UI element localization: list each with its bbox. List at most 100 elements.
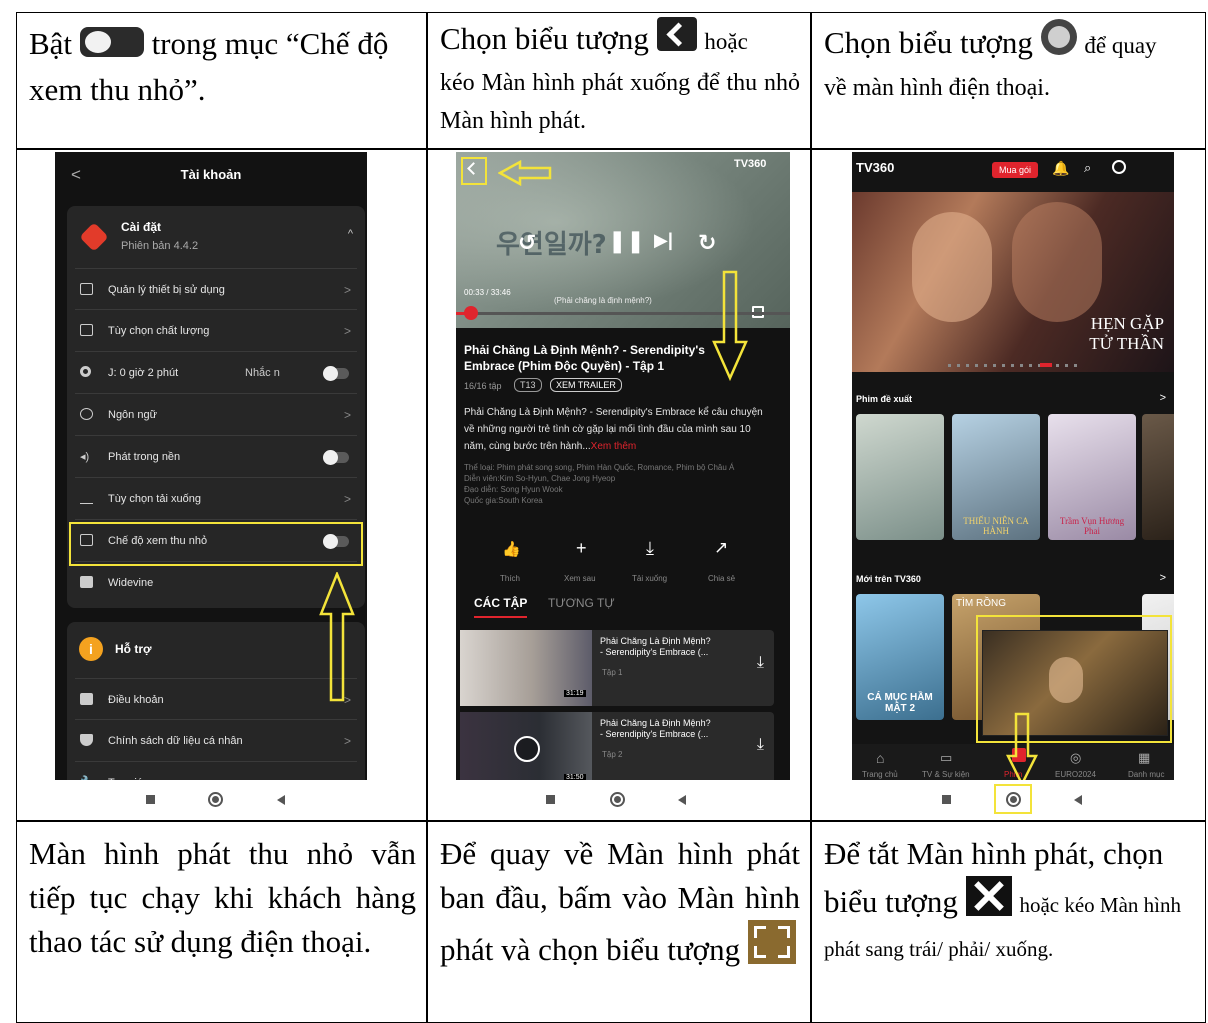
widevine-icon — [80, 576, 93, 588]
tab-label[interactable]: Danh mục — [1128, 770, 1164, 779]
chevron-right-icon: > — [343, 324, 351, 338]
search-icon[interactable]: ⌕ — [1084, 160, 1091, 176]
hero-title-line: HẸN GẶP — [1090, 314, 1164, 333]
instruction-text: Màn hình phát thu nhỏ vẫn tiếp tục chạy … — [29, 836, 416, 959]
recents-icon[interactable] — [146, 795, 155, 804]
home-icon[interactable] — [610, 792, 625, 807]
tab-episodes[interactable]: CÁC TẬP — [474, 596, 528, 618]
meta-line: Quốc gia:South Korea — [464, 496, 543, 505]
meta-line: Thể loại: Phim phát song song, Phim Hàn … — [464, 463, 735, 472]
list-item[interactable]: 31:50 Phải Chăng Là Định Mệnh? - Serendi… — [460, 712, 774, 788]
ep-title: Phải Chăng Là Định Mệnh? — [600, 636, 711, 646]
movie-poster[interactable]: CÁ MỤC HẦM MẬT 2 — [856, 594, 944, 720]
buy-package-button[interactable]: Mua gói — [992, 162, 1039, 178]
download-icon[interactable]: ⤓ — [757, 736, 764, 754]
forward-10-icon[interactable]: ↻ — [698, 230, 716, 256]
add-icon[interactable]: + — [576, 538, 587, 559]
ep-number: Tập 2 — [602, 750, 623, 759]
euro-tab-icon[interactable]: ◎ — [1070, 750, 1081, 766]
toggle-icon — [79, 27, 144, 57]
see-more-link[interactable]: Xem thêm — [591, 441, 637, 452]
ep-number: Tập 1 — [602, 668, 623, 677]
back-button[interactable]: < — [71, 152, 81, 198]
settings-title: Cài đặt — [121, 220, 162, 234]
background-play-toggle[interactable] — [323, 450, 349, 465]
chevron-right-icon[interactable]: > — [1160, 392, 1166, 404]
settings-row[interactable]: J: 0 giờ 2 phút Nhắc n — [75, 352, 357, 394]
tab-label[interactable]: TV & Sự kiện — [922, 770, 970, 779]
rewind-10-icon[interactable]: ↺ — [518, 230, 536, 256]
version-text: Phiên bản 4.4.2 — [121, 240, 199, 252]
support-title: Hỗ trợ — [115, 642, 152, 656]
row-label: J: 0 giờ 2 phút — [108, 367, 179, 379]
profile-icon[interactable] — [1112, 160, 1126, 174]
tv-tab-icon[interactable]: ▭ — [940, 750, 952, 766]
pause-icon[interactable]: ❚❚ — [608, 228, 645, 254]
home-icon[interactable] — [208, 792, 223, 807]
back-triangle-icon[interactable] — [1074, 795, 1082, 805]
instruction-text-after: về màn hình điện thoại. — [824, 75, 1050, 101]
instruction-cell-2: Chọn biểu tượng hoặc kéo Màn hình phát x… — [427, 12, 811, 149]
tv360-logo: TV360 — [856, 160, 894, 175]
bell-icon[interactable]: 🔔 — [1052, 160, 1069, 177]
movie-poster[interactable] — [1142, 414, 1174, 540]
reminder-toggle[interactable] — [323, 366, 349, 381]
info-icon: i — [79, 637, 103, 661]
settings-row[interactable]: Tùy chọn chất lượng > — [75, 310, 357, 352]
next-icon[interactable]: ▶| — [654, 230, 673, 251]
row-label: Tùy chọn chất lượng — [108, 325, 210, 337]
progress-handle[interactable] — [464, 306, 478, 320]
download-icon[interactable]: ⤓ — [646, 538, 654, 559]
logo-text: TV360 — [856, 160, 895, 175]
settings-row[interactable]: Tùy chọn tải xuống > — [75, 478, 357, 520]
instruction-text-before: Chọn biểu tượng — [440, 21, 649, 56]
row-label: Tùy chọn tải xuống — [108, 493, 201, 505]
collapse-icon[interactable]: ^ — [348, 228, 353, 240]
trailer-button[interactable]: XEM TRAILER — [550, 378, 622, 392]
settings-row[interactable]: Ngôn ngữ > — [75, 394, 357, 436]
recents-icon[interactable] — [546, 795, 555, 804]
chevron-right-icon[interactable]: > — [1160, 572, 1166, 584]
phone-home-screen: TV360 Mua gói 🔔 ⌕ HẸN GẶP TỬ THẦN Phim đ… — [852, 152, 1174, 820]
tab-related[interactable]: TƯƠNG TỰ — [548, 596, 615, 610]
share-icon[interactable]: ↗ — [714, 538, 728, 558]
action-label: Thích — [500, 574, 521, 583]
home-tab-icon[interactable]: ⌂ — [876, 750, 884, 766]
hero-banner[interactable]: HẸN GẶP TỬ THẦN — [852, 192, 1174, 372]
instruction-cell-4: Màn hình phát thu nhỏ vẫn tiếp tục chạy … — [16, 821, 427, 1023]
movie-poster[interactable]: THIẾU NIÊN CA HÀNH — [952, 414, 1040, 540]
tab-label[interactable]: EURO2024 — [1055, 770, 1096, 779]
left-arrow-indicator — [498, 160, 552, 186]
settings-row[interactable]: Widevine — [75, 562, 357, 604]
speaker-icon: ◂) — [80, 451, 90, 463]
back-triangle-icon[interactable] — [277, 795, 285, 805]
settings-row[interactable]: ◂) Phát trong nền — [75, 436, 357, 478]
row-label: Phát trong nền — [108, 451, 181, 463]
section-title: Mới trên TV360 — [856, 574, 921, 584]
tv360-logo: TV360 — [734, 158, 767, 170]
list-item[interactable]: 31:19 Phải Chăng Là Định Mệnh? - Serendi… — [460, 630, 774, 706]
down-arrow-indicator — [1005, 712, 1039, 787]
poster-title: THIẾU NIÊN CA HÀNH — [963, 516, 1029, 536]
recents-icon[interactable] — [942, 795, 951, 804]
instruction-text-mid: để quay — [1084, 33, 1157, 58]
list-item-title: Phải Chăng Là Định Mệnh? - Serendipity's… — [600, 636, 711, 658]
support-row[interactable]: Điều khoản > — [75, 678, 357, 720]
poster-title: TÌM RỒNG — [956, 598, 1006, 609]
support-row[interactable]: Chính sách dữ liệu cá nhân > — [75, 720, 357, 762]
settings-row[interactable]: Quản lý thiết bị sử dụng > — [75, 268, 357, 310]
gear-icon — [79, 222, 109, 252]
grid-tab-icon[interactable]: ▦ — [1138, 750, 1150, 766]
download-icon[interactable]: ⤓ — [757, 654, 764, 672]
chevron-right-icon: > — [343, 492, 351, 506]
movie-poster[interactable]: Trầm Vụn Hương Phai — [1048, 414, 1136, 540]
action-label: Chia sẻ — [708, 574, 736, 583]
back-triangle-icon[interactable] — [678, 795, 686, 805]
movie-poster[interactable] — [856, 414, 944, 540]
timer-icon — [80, 366, 91, 377]
back-chevron-icon — [656, 17, 697, 51]
play-icon[interactable] — [514, 736, 540, 762]
tab-label[interactable]: Trang chủ — [862, 770, 898, 779]
ep-sub: - Serendipity's Embrace (... — [600, 729, 709, 739]
like-icon[interactable]: 👍 — [502, 540, 521, 558]
